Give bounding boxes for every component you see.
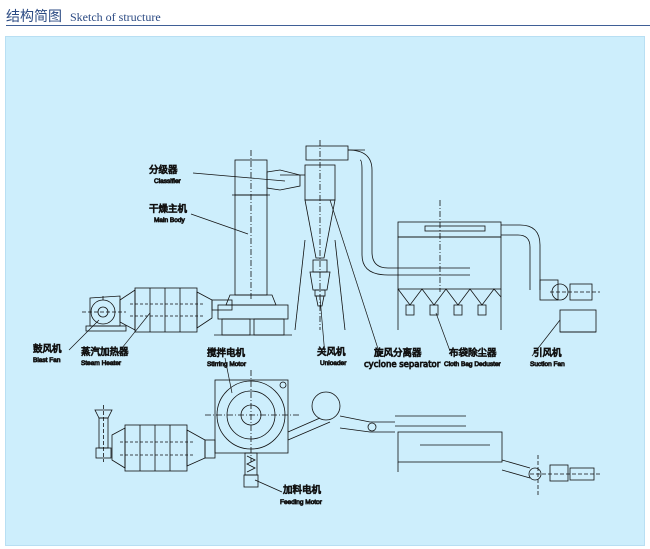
label-stirring-motor: 搅拌电机 Stirring Motor	[207, 347, 248, 369]
label-cloth-bag: 布袋除尘器 Cloth Bag Deduster	[444, 347, 502, 369]
bottom-duct-drawing	[339, 415, 600, 495]
cloth-bag-drawing	[397, 200, 541, 330]
label-cyclone-en: cyclone separator	[364, 360, 441, 370]
label-unloader-cn: 关风机	[317, 346, 346, 358]
label-cloth-bag-en: Cloth Bag Deduster	[444, 361, 502, 368]
suction-fan-drawing	[539, 279, 600, 333]
bottom-heater-drawing	[111, 424, 216, 472]
label-classifier: 分级器 Classifier	[149, 164, 182, 186]
blast-fan-drawing	[82, 295, 127, 332]
label-suction-fan-cn: 引风机	[533, 347, 562, 359]
label-unloader: 关风机 Unloader	[317, 346, 348, 368]
feeder-drawing	[94, 405, 113, 462]
label-feeding-motor: 加料电机 Feeding Motor	[280, 484, 324, 507]
leader-lines	[68, 172, 561, 493]
label-blast-fan-en: Blast Fan	[33, 357, 61, 364]
label-feeding-motor-cn: 加料电机	[283, 484, 322, 496]
label-blast-fan-cn: 鼓风机	[33, 343, 62, 355]
label-cyclone-separator: 旋风分离器 cyclone separator	[364, 347, 442, 371]
steam-heater-drawing	[119, 287, 233, 333]
chamber-plan-drawing	[205, 370, 300, 488]
label-main-body: 干燥主机 Main Body	[149, 203, 188, 225]
label-cyclone-cn: 旋风分离器	[374, 347, 422, 359]
label-classifier-en: Classifier	[154, 178, 182, 185]
label-steam-heater: 蒸汽加热器 Steam Heater	[81, 346, 130, 368]
label-steam-heater-cn: 蒸汽加热器	[81, 346, 129, 358]
label-blast-fan: 鼓风机 Blast Fan	[33, 343, 63, 365]
label-suction-fan: 引风机 Suction Fan	[530, 347, 566, 369]
label-classifier-cn: 分级器	[149, 164, 178, 176]
label-feeding-motor-en: Feeding Motor	[280, 499, 323, 506]
label-stirring-motor-en: Stirring Motor	[207, 361, 247, 368]
structure-diagram: 分级器 Classifier 干燥主机 Main Body 鼓风机 Blast …	[33, 140, 600, 507]
main-body-drawing	[214, 150, 301, 336]
label-stirring-motor-cn: 搅拌电机	[207, 347, 246, 359]
label-steam-heater-en: Steam Heater	[81, 360, 122, 367]
duct-drawing	[347, 149, 470, 276]
label-main-body-en: Main Body	[154, 217, 185, 224]
cyclone-drawing	[294, 140, 365, 331]
label-main-body-cn: 干燥主机	[149, 203, 188, 215]
label-suction-fan-en: Suction Fan	[530, 361, 565, 368]
label-unloader-en: Unloader	[320, 360, 347, 367]
separator-circle-drawing	[287, 391, 341, 441]
label-cloth-bag-cn: 布袋除尘器	[449, 347, 497, 359]
